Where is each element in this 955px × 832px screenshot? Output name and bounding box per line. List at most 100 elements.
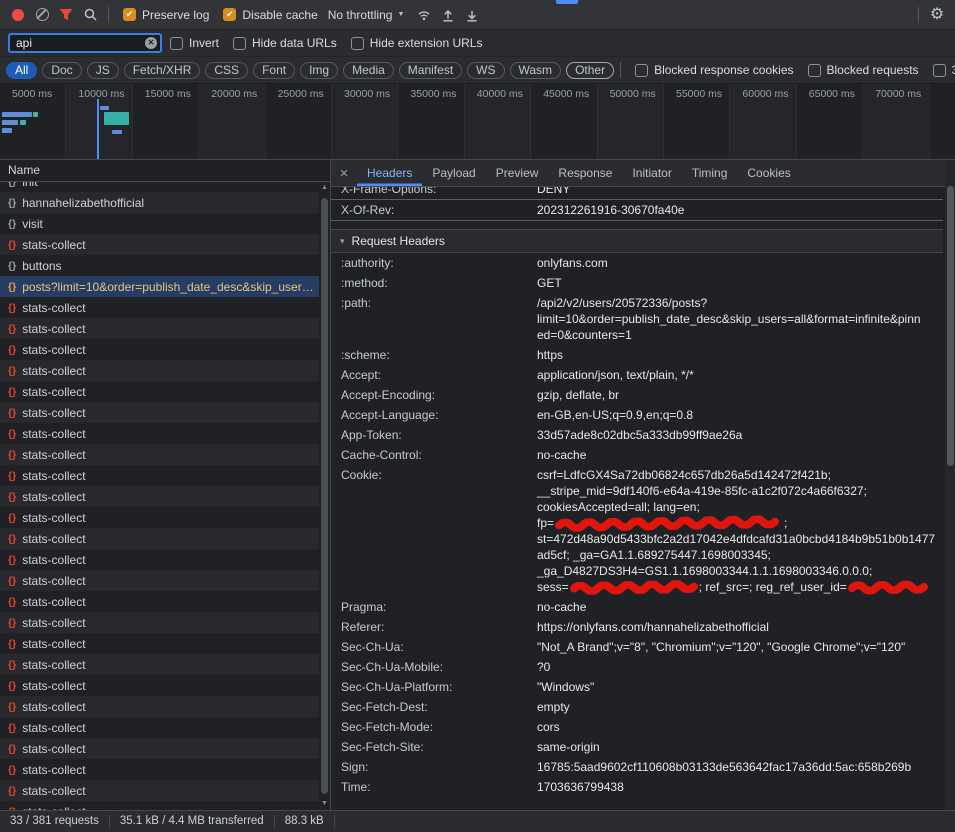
request-row-stats-collect[interactable]: {}stats-collect <box>0 297 319 318</box>
filter-toggle-button[interactable] <box>54 3 78 27</box>
clear-filter-icon[interactable]: ✕ <box>145 37 157 49</box>
tab-payload[interactable]: Payload <box>422 160 485 186</box>
request-row-stats-collect[interactable]: {}stats-collect <box>0 234 319 255</box>
type-filter-other[interactable]: Other <box>566 62 614 79</box>
request-row-stats-collect[interactable]: {}stats-collect <box>0 360 319 381</box>
request-row-stats-collect[interactable]: {}stats-collect <box>0 591 319 612</box>
script-braces-icon: {} <box>8 428 16 440</box>
script-braces-icon: {} <box>8 323 16 335</box>
name-column-header[interactable]: Name <box>0 160 330 182</box>
header-name: :path: <box>341 295 537 311</box>
checkbox-blocked-requests[interactable]: ✔Blocked requests <box>808 63 919 77</box>
request-row-stats-collect[interactable]: {}stats-collect <box>0 570 319 591</box>
checkbox-invert[interactable]: ✔Invert <box>170 36 219 50</box>
request-row-stats-collect[interactable]: {}stats-collect <box>0 780 319 801</box>
type-filter-js[interactable]: JS <box>87 62 119 79</box>
type-filter-img[interactable]: Img <box>300 62 338 79</box>
request-row-stats-collect[interactable]: {}stats-collect <box>0 696 319 717</box>
checkbox-blocked-response-cookies[interactable]: ✔Blocked response cookies <box>635 63 793 77</box>
tab-initiator[interactable]: Initiator <box>622 160 681 186</box>
record-button[interactable] <box>6 3 30 27</box>
checkbox-3rd-party-requests[interactable]: ✔3rd-party requests <box>933 63 955 77</box>
request-row-posts-limit-10-order-publish-dat[interactable]: {}posts?limit=10&order=publish_date_desc… <box>0 276 319 297</box>
details-scrollbar[interactable] <box>945 160 955 810</box>
header-value-line: _ga_D4827DS3H4=GS1.1.1698003344.1.1.1698… <box>537 563 935 579</box>
request-headers-section-header[interactable]: ▾ Request Headers <box>331 229 943 253</box>
search-button[interactable] <box>78 3 102 27</box>
export-har-button[interactable] <box>460 3 484 27</box>
request-row-visit[interactable]: {}visit <box>0 213 319 234</box>
request-name: stats-collect <box>22 637 85 651</box>
request-row-stats-collect[interactable]: {}stats-collect <box>0 759 319 780</box>
request-row-stats-collect[interactable]: {}stats-collect <box>0 444 319 465</box>
request-row-stats-collect[interactable]: {}stats-collect <box>0 738 319 759</box>
import-har-button[interactable] <box>436 3 460 27</box>
request-row-hannahelizabethofficial[interactable]: {}hannahelizabethofficial <box>0 192 319 213</box>
request-row-stats-collect[interactable]: {}stats-collect <box>0 381 319 402</box>
request-row-stats-collect[interactable]: {}stats-collect <box>0 339 319 360</box>
filter-input[interactable] <box>8 33 162 53</box>
header-row: Cookie:csrf=LdfcGX4Sa72db06824c657db26a5… <box>331 465 943 597</box>
script-braces-icon: {} <box>8 806 16 811</box>
type-filter-css[interactable]: CSS <box>205 62 248 79</box>
type-filter-ws[interactable]: WS <box>467 62 504 79</box>
header-value-line: ed=0&counters=1 <box>537 327 929 343</box>
request-row-init[interactable]: {}init <box>0 182 319 192</box>
timeline-tick-label: 5000 ms <box>12 88 52 100</box>
checkbox-hide-data-urls-label: Hide data URLs <box>252 36 337 50</box>
request-row-stats-collect[interactable]: {}stats-collect <box>0 318 319 339</box>
request-row-stats-collect[interactable]: {}stats-collect <box>0 717 319 738</box>
header-value: https://onlyfans.com/hannahelizabethoffi… <box>537 619 943 635</box>
request-row-stats-collect[interactable]: {}stats-collect <box>0 507 319 528</box>
checkbox-blocked-requests-label: Blocked requests <box>827 63 919 77</box>
type-filter-font[interactable]: Font <box>253 62 295 79</box>
request-row-stats-collect[interactable]: {}stats-collect <box>0 423 319 444</box>
request-name: stats-collect <box>22 805 85 811</box>
close-details-button[interactable]: × <box>331 160 357 186</box>
request-row-stats-collect[interactable]: {}stats-collect <box>0 612 319 633</box>
type-filter-doc[interactable]: Doc <box>42 62 81 79</box>
type-filter-wasm[interactable]: Wasm <box>510 62 562 79</box>
header-row: Sec-Ch-Ua-Mobile:?0 <box>331 657 943 677</box>
type-filter-all[interactable]: All <box>6 62 37 79</box>
tab-timing[interactable]: Timing <box>682 160 738 186</box>
tab-preview[interactable]: Preview <box>486 160 549 186</box>
redaction-scribble <box>848 580 930 594</box>
request-row-buttons[interactable]: {}buttons <box>0 255 319 276</box>
scrollbar-thumb[interactable] <box>947 186 954 466</box>
header-value-line: limit=10&order=publish_date_desc&skip_us… <box>537 311 929 327</box>
request-row-stats-collect[interactable]: {}stats-collect <box>0 633 319 654</box>
request-row-stats-collect[interactable]: {}stats-collect <box>0 465 319 486</box>
scrollbar-thumb[interactable] <box>321 198 328 794</box>
request-name: stats-collect <box>22 490 85 504</box>
throttling-select[interactable]: No throttling ▼ <box>328 8 405 22</box>
checkbox-hide-data-urls[interactable]: ✔Hide data URLs <box>233 36 337 50</box>
type-filter-fetch-xhr[interactable]: Fetch/XHR <box>124 62 201 79</box>
timeline-tick-label: 55000 ms <box>676 88 722 100</box>
header-row: :authority:onlyfans.com <box>331 253 943 273</box>
header-name: Accept: <box>341 367 537 383</box>
upload-icon <box>441 8 455 22</box>
clear-network-log-button[interactable] <box>30 3 54 27</box>
request-row-stats-collect[interactable]: {}stats-collect <box>0 675 319 696</box>
checkbox-disable-cache[interactable]: ✔Disable cache <box>223 8 317 22</box>
timeline-overview[interactable]: 5000 ms10000 ms15000 ms20000 ms25000 ms3… <box>0 84 955 160</box>
tab-cookies[interactable]: Cookies <box>737 160 800 186</box>
checkbox-preserve-log[interactable]: ✔Preserve log <box>123 8 209 22</box>
request-row-stats-collect[interactable]: {} stats-collect <box>0 801 319 810</box>
header-row: :scheme:https <box>331 345 943 365</box>
requests-scrollbar[interactable]: ▲ ▼ <box>319 182 330 810</box>
request-row-stats-collect[interactable]: {}stats-collect <box>0 486 319 507</box>
settings-button[interactable]: ⚙ <box>925 3 949 27</box>
tab-headers[interactable]: Headers <box>357 160 422 186</box>
type-filter-media[interactable]: Media <box>343 62 394 79</box>
type-filter-manifest[interactable]: Manifest <box>399 62 462 79</box>
network-conditions-button[interactable] <box>412 3 436 27</box>
tab-response[interactable]: Response <box>548 160 622 186</box>
request-row-stats-collect[interactable]: {}stats-collect <box>0 549 319 570</box>
header-row: Accept:application/json, text/plain, */* <box>331 365 943 385</box>
request-row-stats-collect[interactable]: {}stats-collect <box>0 654 319 675</box>
checkbox-hide-extension-urls[interactable]: ✔Hide extension URLs <box>351 36 483 50</box>
request-row-stats-collect[interactable]: {}stats-collect <box>0 402 319 423</box>
request-row-stats-collect[interactable]: {}stats-collect <box>0 528 319 549</box>
